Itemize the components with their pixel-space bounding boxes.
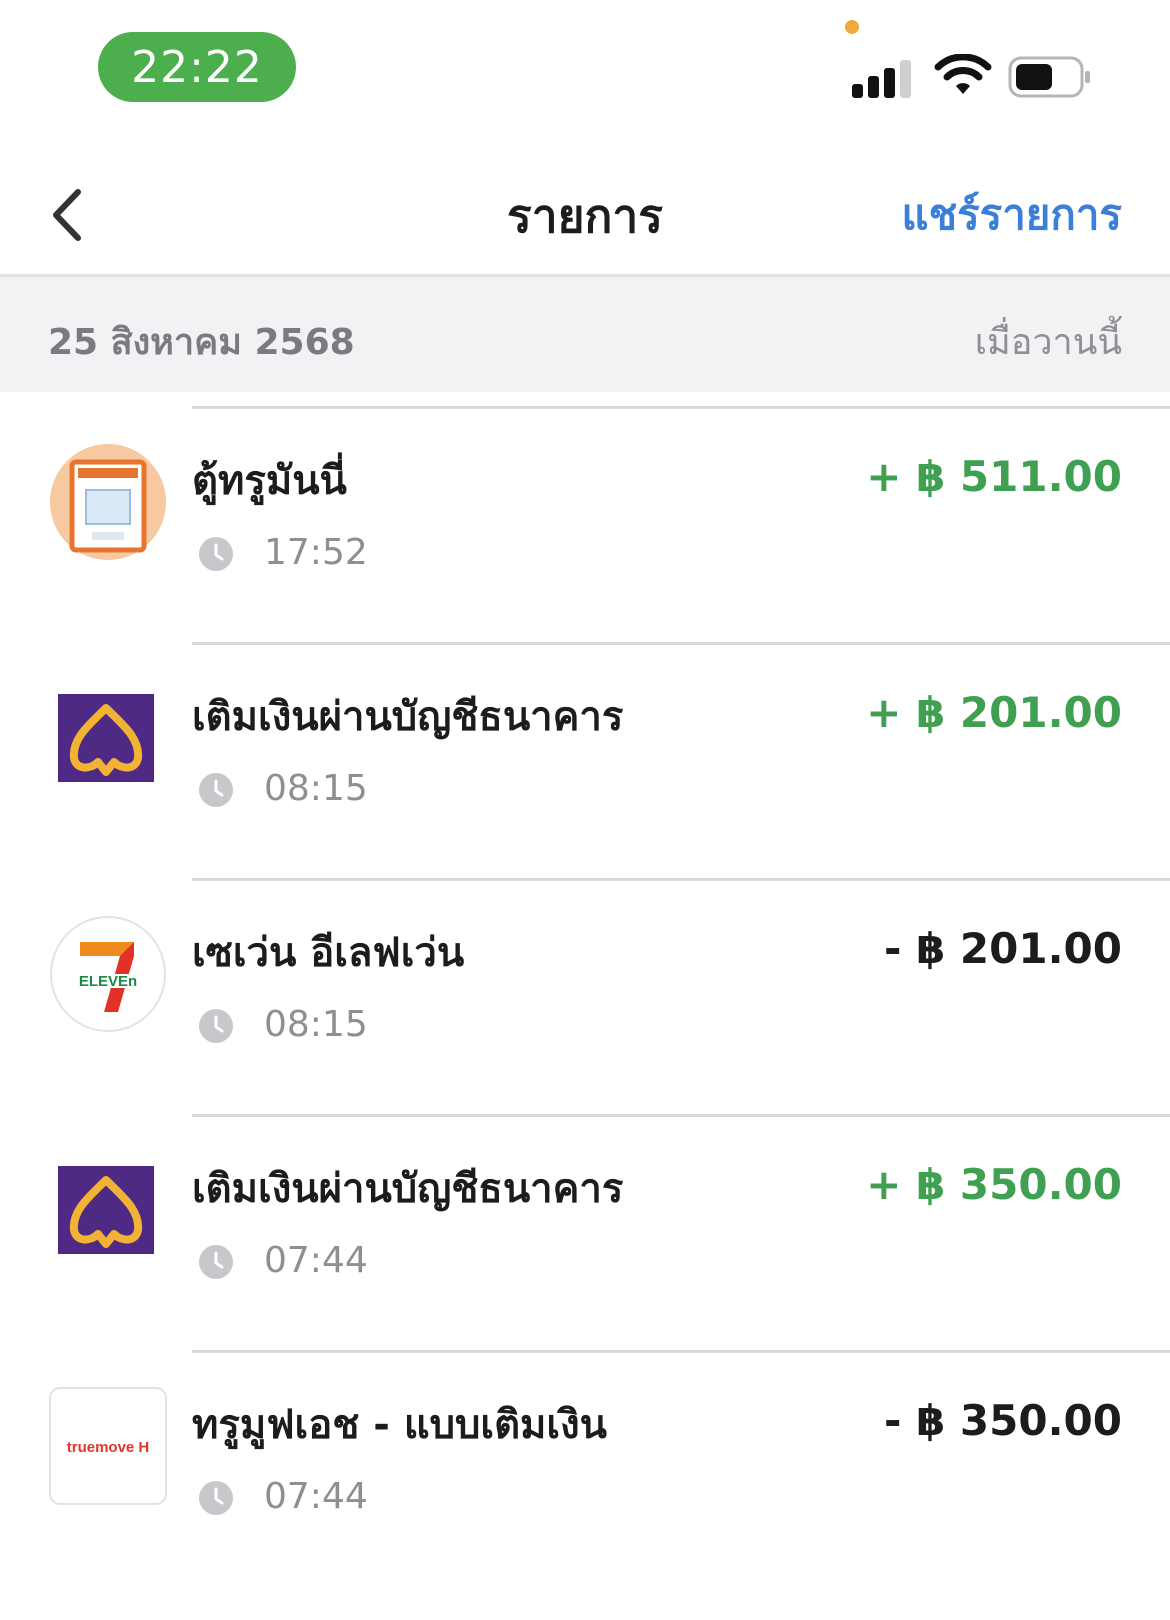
transaction-row[interactable]: เติมเงินผ่านบัญชีธนาคาร 08:15 + ฿ 201.00 xyxy=(0,642,1170,884)
transaction-row[interactable]: เติมเงินผ่านบัญชีธนาคาร 07:44 + ฿ 350.00 xyxy=(0,1114,1170,1356)
transaction-name: ตู้ทรูมันนี่ xyxy=(192,458,347,504)
status-bar: 22:22 xyxy=(0,0,1170,130)
bank-logo-icon xyxy=(58,1166,154,1254)
transaction-amount: + ฿ 201.00 xyxy=(866,688,1122,737)
transaction-row[interactable]: truemove H ทรูมูฟเอช - แบบเติมเงิน 07:44… xyxy=(0,1350,1170,1592)
transaction-name: เติมเงินผ่านบัญชีธนาคาร xyxy=(192,694,624,740)
transaction-time: 07:44 xyxy=(264,1476,368,1517)
wifi-icon xyxy=(934,54,992,94)
row-divider xyxy=(192,878,1170,881)
clock-icon xyxy=(199,537,233,571)
bank-logo-icon xyxy=(58,694,154,782)
date-section-header: 25 สิงหาคม 2568 เมื่อวานนี้ xyxy=(0,277,1170,392)
section-date: 25 สิงหาคม 2568 xyxy=(48,322,355,363)
svg-text:ELEVEn: ELEVEn xyxy=(79,973,137,990)
clock-icon xyxy=(199,1009,233,1043)
transaction-time: 17:52 xyxy=(264,532,368,573)
transaction-time: 08:15 xyxy=(264,768,368,809)
row-divider xyxy=(192,1350,1170,1353)
section-relative-date: เมื่อวานนี้ xyxy=(974,322,1122,363)
nav-bar: รายการ แชร์รายการ xyxy=(0,150,1170,277)
transaction-name: เซเว่น อีเลฟเว่น xyxy=(192,930,465,976)
truemove-logo-icon: truemove H xyxy=(49,1387,167,1505)
clock-icon xyxy=(199,1481,233,1515)
share-list-button[interactable]: แชร์รายการ xyxy=(902,182,1122,248)
transaction-name: ทรูมูฟเอช - แบบเติมเงิน xyxy=(192,1402,607,1448)
transaction-amount: - ฿ 350.00 xyxy=(884,1396,1122,1445)
transaction-time: 08:15 xyxy=(264,1004,368,1045)
clock-icon xyxy=(199,1245,233,1279)
battery-icon xyxy=(1008,56,1090,98)
status-time: 22:22 xyxy=(98,32,296,102)
clock-icon xyxy=(199,773,233,807)
transaction-amount: + ฿ 511.00 xyxy=(866,452,1122,501)
truemoney-kiosk-icon xyxy=(50,444,166,560)
privacy-indicator-dot xyxy=(845,20,859,34)
transaction-amount: - ฿ 201.00 xyxy=(884,924,1122,973)
transaction-row[interactable]: ELEVEn เซเว่น อีเลฟเว่น 08:15 - ฿ 201.00 xyxy=(0,878,1170,1120)
transaction-row[interactable]: ตู้ทรูมันนี่ 17:52 + ฿ 511.00 xyxy=(0,406,1170,648)
row-divider xyxy=(192,642,1170,645)
transaction-name: เติมเงินผ่านบัญชีธนาคาร xyxy=(192,1166,624,1212)
transaction-amount: + ฿ 350.00 xyxy=(866,1160,1122,1209)
row-divider xyxy=(192,406,1170,409)
row-divider xyxy=(192,1114,1170,1117)
cellular-signal-icon xyxy=(852,58,914,98)
svg-text:truemove H: truemove H xyxy=(67,1439,150,1456)
seven-eleven-logo-icon: ELEVEn xyxy=(50,916,166,1032)
transaction-time: 07:44 xyxy=(264,1240,368,1281)
